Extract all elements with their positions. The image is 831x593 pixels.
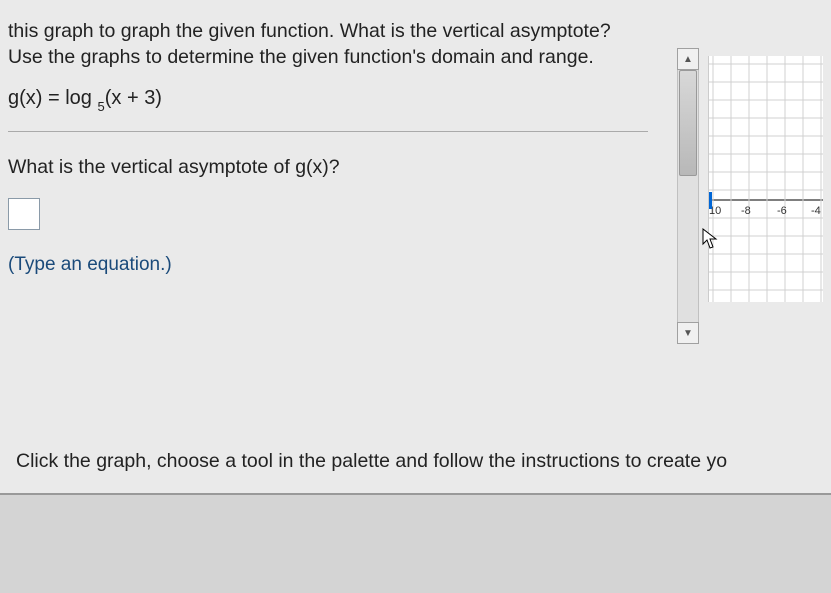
answer-input[interactable] — [8, 198, 40, 230]
equation-right: (x + 3) — [105, 87, 162, 109]
hint-text: (Type an equation.) — [8, 252, 648, 278]
equation-left: g(x) = log — [8, 87, 92, 109]
graph-area[interactable]: 10 -8 -6 -4 — [708, 56, 823, 302]
equation-subscript: 5 — [98, 99, 105, 114]
text-area: this graph to graph the given function. … — [8, 18, 648, 278]
scroll-track[interactable] — [677, 70, 699, 322]
tick-label: -4 — [811, 205, 821, 217]
scrollbar: ▲ ▼ — [677, 48, 699, 344]
problem-panel: this graph to graph the given function. … — [0, 0, 831, 495]
chevron-up-icon: ▲ — [683, 54, 693, 65]
scroll-thumb[interactable] — [679, 70, 697, 176]
tick-label: -6 — [777, 205, 787, 217]
instruction-text: this graph to graph the given function. … — [8, 18, 648, 71]
axis-cursor — [709, 192, 712, 209]
equation: g(x) = log 5(x + 3) — [8, 85, 648, 114]
scroll-down-button[interactable]: ▼ — [677, 322, 699, 344]
grid-svg: 10 -8 -6 -4 — [709, 56, 823, 302]
footer-instruction: Click the graph, choose a tool in the pa… — [16, 450, 727, 473]
scroll-up-button[interactable]: ▲ — [677, 48, 699, 70]
chevron-down-icon: ▼ — [683, 328, 693, 339]
tick-label: -8 — [741, 205, 751, 217]
content-wrap: this graph to graph the given function. … — [8, 18, 823, 485]
question-text: What is the vertical asymptote of g(x)? — [8, 154, 648, 180]
divider — [8, 131, 648, 132]
